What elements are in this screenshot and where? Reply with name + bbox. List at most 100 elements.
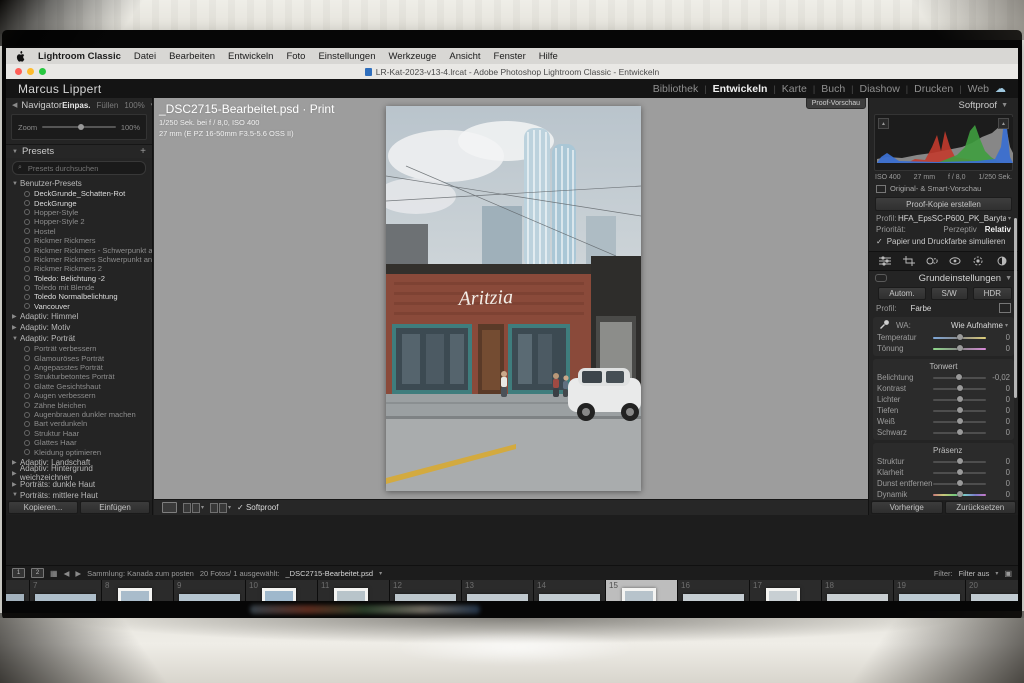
softproof-checkbox[interactable]: ✓ Softproof xyxy=(237,503,278,512)
preset-item[interactable]: DeckGrunde_Schatten-Rot xyxy=(6,189,152,198)
menu-item-fenster[interactable]: Fenster xyxy=(494,51,526,62)
profile-dropdown-icon[interactable]: ▾ xyxy=(1008,215,1011,222)
preset-group-header[interactable]: ▶Adaptiv: Himmel xyxy=(6,311,152,322)
preset-group-disclosure-icon[interactable]: ▶ xyxy=(12,313,20,320)
copy-settings-button[interactable]: Kopieren... xyxy=(8,501,78,514)
preset-item[interactable]: DeckGrunge xyxy=(6,198,152,207)
navigator-zoom-dropdown-icon[interactable]: ▾ xyxy=(151,101,153,109)
menu-item-foto[interactable]: Foto xyxy=(286,51,305,62)
preset-item[interactable]: Toledo mit Blende xyxy=(6,283,152,292)
preset-group-disclosure-icon[interactable]: ▶ xyxy=(12,470,20,477)
treatment-profile-row[interactable]: Profil: Farbe xyxy=(869,302,1018,314)
slider-track-dunstentfernen[interactable] xyxy=(933,483,986,485)
filmstrip-thumbnail-13[interactable]: 13•••• xyxy=(462,580,534,601)
preset-item[interactable]: Rickmer Rickmers - Schwerpunkt angehoben… xyxy=(6,245,152,254)
preset-item[interactable]: Glattes Haar xyxy=(6,438,152,447)
slider-track-tnung[interactable] xyxy=(933,348,986,350)
slider-track-temperatur[interactable] xyxy=(933,337,986,339)
slider-track-struktur[interactable] xyxy=(933,461,986,463)
preset-group-header[interactable]: ▶Adaptiv: Hintergrund weichzeichnen xyxy=(6,468,152,479)
softproof-panel-header[interactable]: Softproof ▼ xyxy=(869,98,1018,112)
main-photo[interactable]: Aritzia xyxy=(386,106,641,491)
second-window-icon[interactable]: 2 xyxy=(31,568,44,578)
slider-thumb[interactable] xyxy=(957,418,963,424)
preset-item[interactable]: Glamouröses Porträt xyxy=(6,353,152,362)
menu-item-entwickeln[interactable]: Entwickeln xyxy=(228,51,273,62)
slider-thumb[interactable] xyxy=(957,469,963,475)
filmstrip-thumbnail-6[interactable]: 6•••• xyxy=(6,580,30,601)
filter-lock-icon[interactable]: ▣ xyxy=(1004,569,1012,578)
filmstrip-source-label[interactable]: Sammlung: Kanada zum posten xyxy=(87,569,194,578)
module-tab-drucken[interactable]: Drucken xyxy=(914,83,953,95)
presets-header[interactable]: ▼ Presets + xyxy=(6,144,152,158)
preset-item[interactable]: Hopper-Style 2 xyxy=(6,217,152,226)
preset-item[interactable]: Glatte Gesichtshaut xyxy=(6,382,152,391)
main-window-icon[interactable]: 1 xyxy=(12,568,25,578)
preset-group-disclosure-icon[interactable]: ▼ xyxy=(12,492,20,498)
filmstrip-thumbnail-10[interactable]: 10•••• xyxy=(246,580,318,601)
filter-value-dropdown[interactable]: Filter aus xyxy=(959,569,990,578)
basic-profile-value[interactable]: Farbe xyxy=(910,304,931,313)
minimize-window-button[interactable] xyxy=(27,68,34,75)
slider-track-lichter[interactable] xyxy=(933,399,986,401)
before-after-top-bottom-icon[interactable]: ▾ xyxy=(210,503,231,513)
module-tab-karte[interactable]: Karte xyxy=(782,83,807,95)
preset-group-header[interactable]: ▶Adaptiv: Motiv xyxy=(6,322,152,333)
basic-button-autom[interactable]: Autom. xyxy=(878,287,925,300)
preset-item[interactable]: Porträt verbessern xyxy=(6,344,152,353)
filmstrip-thumbnail-15[interactable]: 15••••• xyxy=(606,580,678,601)
heal-icon[interactable] xyxy=(925,255,939,267)
preset-item[interactable]: Toledo Normalbelichtung xyxy=(6,292,152,301)
preset-search-input[interactable] xyxy=(26,163,140,174)
white-balance-eyedropper-icon[interactable] xyxy=(879,319,890,333)
module-tab-diashow[interactable]: Diashow xyxy=(860,83,900,95)
before-after-left-right-icon[interactable]: ▾ xyxy=(183,503,204,513)
zoom-slider-thumb[interactable] xyxy=(78,124,84,130)
cloud-sync-icon[interactable]: ☁ xyxy=(995,82,1006,95)
module-tab-entwickeln[interactable]: Entwickeln xyxy=(713,83,768,95)
simulate-paper-ink-row[interactable]: ✓ Papier und Druckfarbe simulieren xyxy=(869,235,1018,248)
paste-settings-button[interactable]: Einfügen xyxy=(80,501,150,514)
slider-thumb[interactable] xyxy=(957,458,963,464)
lens-blur-icon[interactable] xyxy=(995,255,1009,267)
navigator-zoom-Fllen[interactable]: Füllen xyxy=(97,101,119,110)
navigator-zoom-Einpas[interactable]: Einpas. xyxy=(62,101,90,110)
preset-group-disclosure-icon[interactable]: ▼ xyxy=(12,181,20,187)
filmstrip-source-dropdown-icon[interactable]: ▾ xyxy=(379,570,382,577)
masking-icon[interactable] xyxy=(971,255,985,267)
navigator-zoom-100[interactable]: 100% xyxy=(124,101,144,110)
filmstrip-thumbnail-17[interactable]: 17•••• xyxy=(750,580,822,601)
filmstrip-thumbnail-18[interactable]: 18•••• xyxy=(822,580,894,601)
menu-item-werkzeuge[interactable]: Werkzeuge xyxy=(389,51,437,62)
preset-item[interactable]: Rickmer Rickmers 2 xyxy=(6,264,152,273)
preset-item[interactable]: Rickmer Rickmers Schwerpunkt angehoben xyxy=(6,255,152,264)
slider-thumb[interactable] xyxy=(957,407,963,413)
basic-panel-header[interactable]: Grundeinstellungen ▼ xyxy=(869,271,1018,285)
basic-button-sw[interactable]: S/W xyxy=(931,287,968,300)
slider-thumb[interactable] xyxy=(957,385,963,391)
basic-panel-toggle[interactable] xyxy=(875,274,887,282)
profile-value[interactable]: HFA_EpsSC-P600_PK_BarytaFB xyxy=(898,214,1006,223)
previous-photo-arrow-icon[interactable]: ◀ xyxy=(64,569,70,578)
slider-thumb[interactable] xyxy=(957,396,963,402)
preset-item[interactable]: Angepasstes Porträt xyxy=(6,363,152,372)
basic-button-hdr[interactable]: HDR xyxy=(973,287,1012,300)
menu-item-einstellungen[interactable]: Einstellungen xyxy=(318,51,375,62)
slider-thumb[interactable] xyxy=(957,480,963,486)
filmstrip-thumbnail-20[interactable]: 20•••• xyxy=(966,580,1018,601)
preset-item[interactable]: Hostel xyxy=(6,227,152,236)
module-tab-bibliothek[interactable]: Bibliothek xyxy=(653,83,699,95)
add-preset-button[interactable]: + xyxy=(140,146,146,157)
preset-item[interactable]: Augen verbessern xyxy=(6,391,152,400)
histogram-panel[interactable]: ▲ ▲ xyxy=(874,114,1013,171)
zoom-window-button[interactable] xyxy=(39,68,46,75)
presets-disclosure-icon[interactable]: ▼ xyxy=(12,149,18,155)
filmstrip-thumbnail-16[interactable]: 16•••• xyxy=(678,580,750,601)
create-proof-copy-button[interactable]: Proof-Kopie erstellen xyxy=(875,197,1012,211)
red-eye-icon[interactable] xyxy=(948,255,962,267)
preset-group-header[interactable]: ▼Benutzer-Presets xyxy=(6,178,152,189)
preset-group-disclosure-icon[interactable]: ▶ xyxy=(12,459,20,466)
module-tab-web[interactable]: Web xyxy=(968,83,989,95)
slider-track-schwarz[interactable] xyxy=(933,432,986,434)
menu-item-hilfe[interactable]: Hilfe xyxy=(539,51,558,62)
